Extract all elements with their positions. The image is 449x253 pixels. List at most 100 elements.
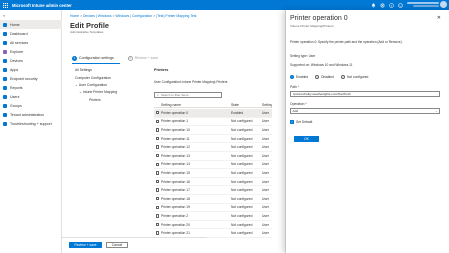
table-row[interactable]: Printer operation 17 Not configured User	[154, 186, 272, 195]
sidebar-item-apps[interactable]: Apps	[0, 65, 62, 74]
setting-document-icon	[156, 154, 159, 158]
explorer-icon	[3, 49, 7, 54]
tree-printers[interactable]: Printers	[89, 98, 101, 102]
ok-button[interactable]: OK	[294, 136, 319, 142]
setting-name-cell[interactable]: Printer operation 16	[161, 180, 231, 184]
supported-on-text: Supported on: Windows 10 and Windows 11	[290, 63, 353, 67]
table-row[interactable]: Printer operation 12 Not configured User	[154, 143, 272, 152]
review-save-button[interactable]: Review + save	[69, 242, 102, 248]
table-row[interactable]: Printer operation 14 Not configured User	[154, 161, 272, 170]
breadcrumb-devices-windows[interactable]: Devices | Windows	[83, 14, 112, 18]
cancel-button[interactable]: Cancel	[106, 242, 128, 248]
tree-intune-printer-mapping[interactable]: ⌄ Intune Printer Mapping	[79, 90, 117, 94]
table-row[interactable]: Printer operation 0 Enabled User	[154, 109, 272, 118]
setting-name-cell[interactable]: Printer operation 14	[161, 162, 231, 166]
sidebar-item-endpoint-security[interactable]: Endpoint security	[0, 74, 62, 83]
shield-icon	[3, 76, 7, 81]
setting-name-cell[interactable]: Printer operation 13	[161, 154, 231, 158]
sidebar-item-devices[interactable]: Devices	[0, 56, 62, 65]
tab-review-save[interactable]: Review + save	[135, 56, 158, 60]
page-subtitle: Administrative Templates	[70, 30, 104, 34]
sidebar-item-label: Endpoint security	[10, 76, 38, 81]
breadcrumb-windows-configuration[interactable]: Windows | Configuration	[115, 14, 152, 18]
account-manager[interactable]	[407, 1, 447, 9]
row-icon-cell	[154, 205, 161, 210]
flyout-subtitle: \Intune Printer Mapping\Printers	[290, 24, 334, 28]
sidebar-item-tenant-administration[interactable]: Tenant administration	[0, 110, 62, 119]
sidebar-item-reports[interactable]: Reports	[0, 83, 62, 92]
sidebar-item-all-services[interactable]: All services	[0, 38, 62, 47]
setting-type-cell: User	[262, 231, 269, 236]
app-launcher-icon[interactable]	[0, 0, 10, 10]
collapse-nav-icon[interactable]: «	[3, 13, 5, 18]
table-row[interactable]: Printer operation 2 Not configured User	[154, 212, 272, 221]
table-row[interactable]: Printer operation 16 Not configured User	[154, 178, 272, 187]
tree-computer-configuration[interactable]: Computer Configuration	[75, 76, 111, 80]
setting-name-cell[interactable]: Printer operation 0	[161, 111, 231, 115]
setting-name-cell[interactable]: Printer operation 17	[161, 188, 231, 192]
table-row[interactable]: Printer operation 11 Not configured User	[154, 135, 272, 144]
state-cell: Not configured	[231, 188, 253, 193]
help-icon[interactable]: ?	[387, 0, 396, 10]
sidebar-item-dashboard[interactable]: Dashboard	[0, 29, 62, 38]
setting-name-cell[interactable]: Printer operation 2	[161, 214, 231, 218]
table-row[interactable]: Printer operation 13 Not configured User	[154, 152, 272, 161]
row-icon-cell	[154, 222, 161, 227]
bell-icon[interactable]	[369, 0, 378, 10]
sidebar-item-label: Devices	[10, 58, 23, 63]
state-cell: Not configured	[231, 213, 253, 218]
radio-disabled[interactable]: Disabled	[315, 75, 334, 79]
setting-name-cell[interactable]: Printer operation 10	[161, 128, 231, 132]
setting-name-cell[interactable]: Printer operation 1	[161, 119, 231, 123]
path-label: Path *	[290, 85, 299, 89]
sidebar-item-groups[interactable]: Groups	[0, 101, 62, 110]
table-row[interactable]: Printer operation 10 Not configured User	[154, 126, 272, 135]
setting-name-cell[interactable]: Printer operation 12	[161, 145, 231, 149]
setting-name-cell[interactable]: Printer operation 18	[161, 197, 231, 201]
sidebar-item-troubleshooting-support[interactable]: Troubleshooting + support	[0, 119, 62, 128]
table-row[interactable]: Printer operation 1 Not configured User	[154, 118, 272, 127]
table-row[interactable]: Printer operation 19 Not configured User	[154, 204, 272, 213]
sidebar-item-explorer[interactable]: Explorer	[0, 47, 62, 56]
operation-select[interactable]: Add ⌄	[290, 108, 440, 114]
sidebar-item-home[interactable]: Home	[0, 20, 62, 29]
setting-name-cell[interactable]: Printer operation 21	[161, 231, 231, 235]
table-row[interactable]: Printer operation 18 Not configured User	[154, 195, 272, 204]
breadcrumb-home[interactable]: Home	[70, 14, 79, 18]
step-1-number[interactable]: 1	[72, 55, 77, 61]
table-row[interactable]: Printer operation 15 Not configured User	[154, 169, 272, 178]
troubleshoot-icon	[3, 121, 7, 126]
search-box[interactable]: ⌕	[154, 92, 222, 98]
setting-type-cell: User	[262, 170, 269, 175]
feedback-icon[interactable]	[396, 0, 405, 10]
services-icon	[3, 40, 7, 45]
sidebar-item-label: Dashboard	[10, 31, 28, 36]
row-icon-cell	[154, 128, 161, 132]
path-input[interactable]	[290, 91, 440, 97]
app-title[interactable]: Microsoft Intune admin center	[12, 3, 72, 8]
tenant-icon	[3, 112, 7, 117]
column-header-setting-type[interactable]: Setting typ	[262, 103, 272, 107]
avatar[interactable]	[440, 1, 447, 8]
setting-name-cell[interactable]: Printer operation 15	[161, 171, 231, 175]
breadcrumb-profile[interactable]: (Test) Printer Mapping Test	[156, 14, 196, 18]
step-2-number[interactable]: 2	[127, 55, 133, 61]
tree-user-configuration[interactable]: ⌄ User Configuration	[75, 83, 107, 87]
sidebar-item-users[interactable]: Users	[0, 92, 62, 101]
table-row[interactable]: Printer operation 20 Not configured User	[154, 221, 272, 230]
setting-type-cell: User	[262, 222, 269, 227]
tree-all-settings[interactable]: All Settings	[75, 68, 92, 72]
setting-name-cell[interactable]: Printer operation 20	[161, 223, 231, 227]
column-header-state[interactable]: State	[231, 103, 262, 107]
setting-name-cell[interactable]: Printer operation 19	[161, 205, 231, 209]
radio-not-configured[interactable]: Not configured	[340, 75, 368, 79]
tab-configuration-settings[interactable]: Configuration settings	[79, 56, 114, 60]
close-icon[interactable]: ✕	[437, 15, 441, 21]
gear-icon[interactable]	[378, 0, 387, 10]
set-default-checkbox[interactable]: ✓ Set Default	[290, 120, 312, 124]
column-header-setting-name[interactable]: Setting name	[161, 103, 231, 107]
setting-name-cell[interactable]: Printer operation 11	[161, 137, 231, 141]
required-marker: *	[297, 85, 300, 89]
search-input[interactable]	[161, 93, 218, 97]
radio-enabled[interactable]: Enabled	[290, 75, 308, 79]
